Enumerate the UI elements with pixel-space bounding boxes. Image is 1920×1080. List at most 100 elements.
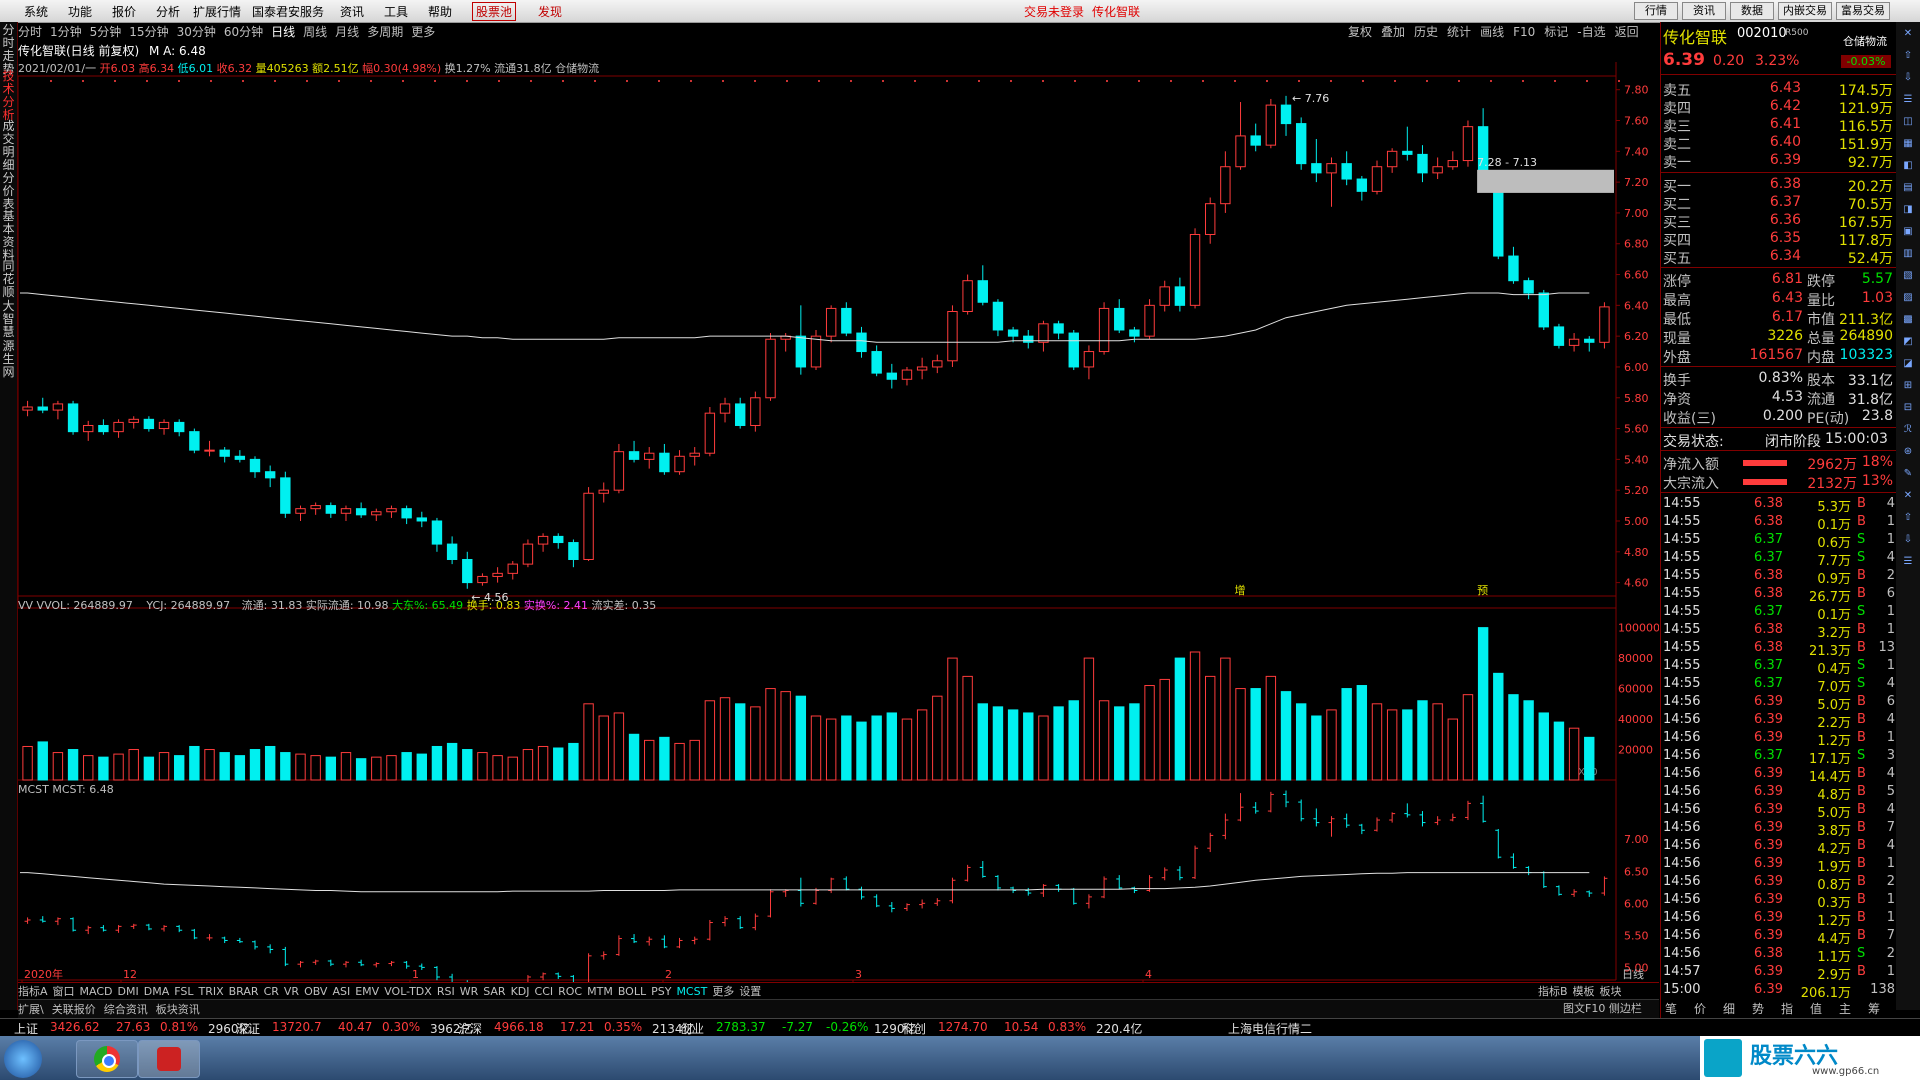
indicator-tab-25[interactable]: 设置 <box>739 985 761 998</box>
ext-tab-2[interactable]: 综合资讯 <box>104 1003 148 1016</box>
quote-tab-2[interactable]: 细 <box>1723 1000 1735 1017</box>
indicator-tab-1[interactable]: 窗口 <box>53 985 75 998</box>
discover-button[interactable]: 发现 <box>538 3 562 20</box>
right-tool-icon-13[interactable]: ▩ <box>1900 314 1916 328</box>
start-orb-icon[interactable] <box>4 1040 42 1078</box>
right-tool-icon-10[interactable]: ▥ <box>1900 248 1916 262</box>
indicator-tab-6[interactable]: TRIX <box>198 985 223 998</box>
right-tool-icon-9[interactable]: ▣ <box>1900 226 1916 240</box>
index-name[interactable]: 创业 <box>680 1020 704 1037</box>
right-tool-icon-19[interactable]: ⊛ <box>1900 446 1916 460</box>
indicator-tab-11[interactable]: ASI <box>332 985 350 998</box>
indicator-tab-10[interactable]: OBV <box>304 985 327 998</box>
right-tool-icon-22[interactable]: ⇧ <box>1900 512 1916 526</box>
index-name[interactable]: 上证 <box>14 1020 38 1037</box>
stock-pool-button[interactable]: 股票池 <box>472 2 517 21</box>
menu-help[interactable]: 帮助 <box>428 3 452 20</box>
indicator-tab-12[interactable]: EMV <box>355 985 379 998</box>
right-tool-icon-4[interactable]: ◫ <box>1900 116 1916 130</box>
left-nav-item-6[interactable]: 大智慧 <box>1 300 16 339</box>
right-tool-icon-0[interactable]: ✕ <box>1900 28 1916 42</box>
quote-tab-4[interactable]: 指 <box>1781 1000 1793 1017</box>
quote-tab-1[interactable]: 价 <box>1694 1000 1706 1017</box>
right-tool-icon-7[interactable]: ▤ <box>1900 182 1916 196</box>
right-tool-icon-15[interactable]: ◪ <box>1900 358 1916 372</box>
index-name[interactable]: 深证 <box>236 1020 260 1037</box>
indicator-tab-9[interactable]: VR <box>284 985 299 998</box>
top-btn-data[interactable]: 数据 <box>1730 2 1774 20</box>
indicator-tab-13[interactable]: VOL-TDX <box>384 985 432 998</box>
indicator-tab-19[interactable]: ROC <box>558 985 582 998</box>
indicator-right-0[interactable]: 指标B <box>1538 985 1568 998</box>
right-tool-icon-6[interactable]: ◧ <box>1900 160 1916 174</box>
indicator-tab-20[interactable]: MTM <box>587 985 613 998</box>
right-tool-icon-8[interactable]: ◨ <box>1900 204 1916 218</box>
indicator-tab-15[interactable]: WR <box>460 985 479 998</box>
indicator-tab-22[interactable]: PSY <box>651 985 671 998</box>
right-tool-icon-20[interactable]: ✎ <box>1900 468 1916 482</box>
right-tool-icon-23[interactable]: ⇩ <box>1900 534 1916 548</box>
menu-gtja[interactable]: 国泰君安服务 <box>252 3 324 20</box>
indicator-tab-21[interactable]: BOLL <box>618 985 646 998</box>
menu-analysis[interactable]: 分析 <box>156 3 180 20</box>
taskbar-chrome[interactable] <box>76 1040 138 1078</box>
menu-system[interactable]: 系统 <box>24 3 48 20</box>
right-tool-icon-17[interactable]: ⊟ <box>1900 402 1916 416</box>
left-nav-item-1[interactable]: 技术分析 <box>1 70 16 122</box>
left-nav-item-2[interactable]: 成交明细 <box>1 120 16 172</box>
indicator-tab-5[interactable]: FSL <box>174 985 193 998</box>
right-tool-icon-24[interactable]: ☰ <box>1900 556 1916 570</box>
quote-tab-5[interactable]: 值 <box>1810 1000 1822 1017</box>
left-nav-item-3[interactable]: 分价表 <box>1 172 16 211</box>
quote-tab-0[interactable]: 笔 <box>1665 1000 1677 1017</box>
top-btn-news[interactable]: 资讯 <box>1682 2 1726 20</box>
ext-tab-0[interactable]: 扩展\ <box>18 1003 44 1016</box>
indicator-right-1[interactable]: 模板 <box>1573 985 1595 998</box>
right-tool-icon-18[interactable]: ℛ <box>1900 424 1916 438</box>
indicator-tab-18[interactable]: CCI <box>535 985 554 998</box>
menu-function[interactable]: 功能 <box>68 3 92 20</box>
indicator-tab-17[interactable]: KDJ <box>511 985 530 998</box>
right-tool-icon-21[interactable]: ✕ <box>1900 490 1916 504</box>
right-tool-icon-14[interactable]: ◩ <box>1900 336 1916 350</box>
indicator-tab-2[interactable]: MACD <box>80 985 113 998</box>
right-tool-icon-11[interactable]: ▧ <box>1900 270 1916 284</box>
left-nav-item-7[interactable]: 源生网 <box>1 340 16 379</box>
indicator-right-2[interactable]: 板块 <box>1600 985 1622 998</box>
right-tool-icon-1[interactable]: ⇧ <box>1900 50 1916 64</box>
right-tool-icon-3[interactable]: ☰ <box>1900 94 1916 108</box>
indicator-tab-0[interactable]: 指标A <box>18 985 48 998</box>
quote-tab-3[interactable]: 势 <box>1752 1000 1764 1017</box>
ext-tab-3[interactable]: 板块资讯 <box>156 1003 200 1016</box>
indicator-tab-23[interactable]: MCST <box>676 985 707 998</box>
indicator-tab-24[interactable]: 更多 <box>712 985 734 998</box>
menu-tools[interactable]: 工具 <box>384 3 408 20</box>
taskbar-stock-app[interactable] <box>138 1040 200 1078</box>
indicator-tab-14[interactable]: RSI <box>437 985 455 998</box>
ext-right[interactable]: 图文F10 侧边栏 <box>1563 1000 1642 1018</box>
indicator-tab-4[interactable]: DMA <box>144 985 170 998</box>
menu-ext-quote[interactable]: 扩展行情 <box>193 3 241 20</box>
indicator-tab-8[interactable]: CR <box>264 985 279 998</box>
left-nav-item-5[interactable]: 同花顺 <box>1 260 16 299</box>
top-btn-quote[interactable]: 行情 <box>1634 2 1678 20</box>
left-nav-item-4[interactable]: 基本资料 <box>1 210 16 262</box>
index-name[interactable]: 科创 <box>902 1020 926 1037</box>
top-btn-embedded-trade[interactable]: 内嵌交易 <box>1778 2 1832 20</box>
ext-tab-1[interactable]: 关联报价 <box>52 1003 96 1016</box>
kline-svg[interactable]: 7.80 7.60 7.40 7.20 7.00 6.80 6.60 6.40 6.20 6.00… <box>18 22 1659 1018</box>
right-tool-icon-12[interactable]: ▨ <box>1900 292 1916 306</box>
menu-news[interactable]: 资讯 <box>340 3 364 20</box>
industry-name[interactable]: 仓储物流 <box>1843 33 1887 49</box>
quote-tab-7[interactable]: 筹 <box>1868 1000 1880 1017</box>
quote-tab-6[interactable]: 主 <box>1839 1000 1851 1017</box>
indicator-tab-7[interactable]: BRAR <box>229 985 259 998</box>
menu-quote[interactable]: 报价 <box>112 3 136 20</box>
indicator-tab-16[interactable]: SAR <box>483 985 505 998</box>
right-tool-icon-5[interactable]: ▦ <box>1900 138 1916 152</box>
index-name[interactable]: 沪深 <box>458 1020 482 1037</box>
right-tool-icon-2[interactable]: ⇩ <box>1900 72 1916 86</box>
top-btn-fuyi-trade[interactable]: 富易交易 <box>1836 2 1890 20</box>
indicator-tab-3[interactable]: DMI <box>118 985 139 998</box>
right-tool-icon-16[interactable]: ⊞ <box>1900 380 1916 394</box>
